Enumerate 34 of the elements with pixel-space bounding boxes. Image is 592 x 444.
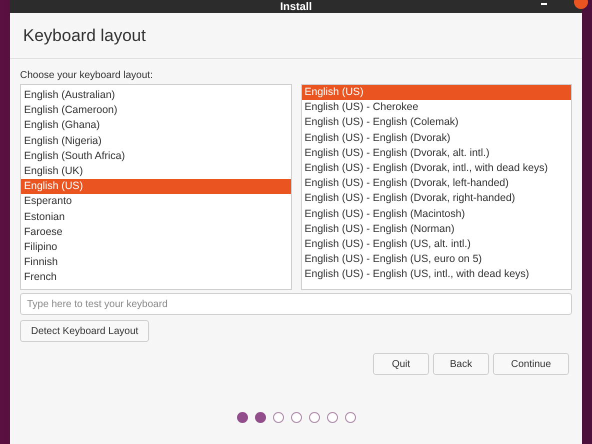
detect-button[interactable]: Detect Keyboard Layout [20, 320, 150, 342]
list-item[interactable]: English (US) [302, 85, 571, 100]
list-item[interactable]: English (Nigeria) [21, 134, 290, 149]
list-item[interactable]: English (US) - English (Macintosh) [302, 206, 571, 222]
list-item[interactable]: Filipino [21, 240, 290, 256]
list-item[interactable]: English (US) - English (Norman) [302, 222, 571, 237]
window-title: Install [280, 2, 312, 13]
list-item[interactable]: Esperanto [21, 194, 290, 210]
nav-button[interactable]: Back [433, 353, 489, 375]
nav-button[interactable]: Continue [493, 353, 569, 375]
list-item[interactable]: English (US) - Cherokee [302, 100, 571, 116]
list-item[interactable]: English (South Africa) [21, 148, 290, 164]
list-item[interactable]: English (US) - English (US, alt. intl.) [302, 236, 571, 252]
nav-button[interactable]: Quit [373, 353, 429, 375]
list-item[interactable]: Faroese [21, 224, 290, 240]
list-item[interactable]: English (US) - English (Dvorak, intl., with dead keys) [302, 160, 571, 176]
list-item[interactable]: Estonian [21, 210, 290, 225]
list-item[interactable]: English (US) - English (Colemak) [302, 115, 571, 131]
list-item[interactable]: English (US) - English (Dvorak, left-handed) [302, 176, 571, 192]
page-title: Keyboard layout [23, 24, 146, 47]
list-item[interactable]: English (Cameroon) [21, 103, 290, 118]
list-item[interactable]: English (US) - English (US, euro on 5) [302, 252, 571, 268]
list-item[interactable]: English (Australian) [21, 88, 290, 104]
list-item[interactable]: Finnish [21, 255, 290, 270]
test-input-field[interactable]: Type here to test your keyboard [20, 293, 572, 315]
prompt-label: Choose your keyboard layout: [20, 69, 154, 82]
list-item[interactable]: English (US) - English (Dvorak, right-handed) [302, 191, 571, 206]
list-item[interactable]: English (UK) [21, 164, 290, 180]
list-item[interactable]: English (US) - English (Dvorak) [302, 130, 571, 146]
list-item[interactable]: English (US) - English (Dvorak, alt. intl.) [302, 146, 571, 161]
list-item[interactable]: English (Ghana) [21, 118, 290, 134]
list-item[interactable]: English (US) [21, 179, 290, 194]
list-item[interactable]: French [21, 270, 290, 286]
list-item[interactable]: English (US) - English (US, intl., with dead keys) [302, 267, 571, 282]
